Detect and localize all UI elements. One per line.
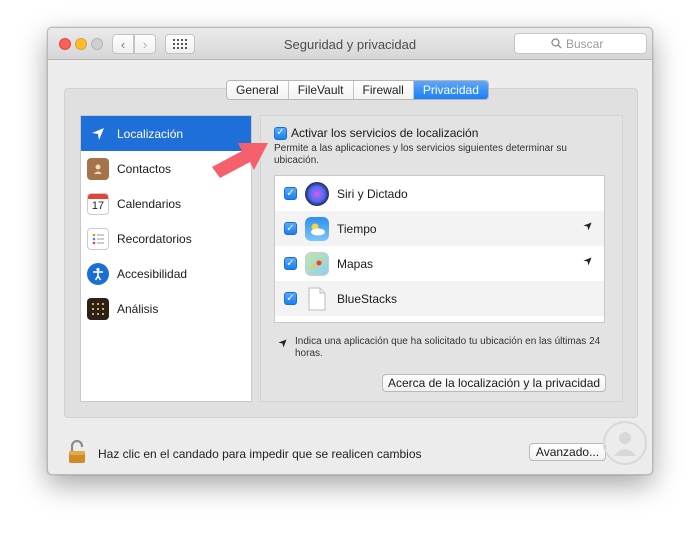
sidebar-item-label: Análisis xyxy=(117,301,159,316)
sidebar-item-calendarios[interactable]: 17 Calendarios xyxy=(81,186,251,221)
app-checkbox[interactable]: ✓ xyxy=(284,187,297,200)
site-logo xyxy=(600,418,650,471)
siri-icon xyxy=(305,181,329,206)
search-input[interactable] xyxy=(566,36,610,51)
location-description: Permite a las aplicaciones y los servici… xyxy=(274,143,567,166)
weather-icon xyxy=(305,216,329,241)
title-bar: ‹ › Seguridad y privacidad xyxy=(48,28,652,60)
sidebar-item-label: Calendarios xyxy=(117,196,182,211)
lock-icon[interactable] xyxy=(68,439,86,467)
about-location-privacy-button[interactable]: Acerca de la localización y la privacida… xyxy=(382,374,606,392)
list-item: ✓ BlueStacks xyxy=(275,281,604,316)
app-name: BlueStacks xyxy=(337,291,398,306)
preferences-window: ‹ › Seguridad y privacidad General FileV… xyxy=(47,27,653,475)
list-item xyxy=(275,316,604,322)
note-text: Indica una aplicación que ha solicitado … xyxy=(295,336,601,359)
sidebar-item-label: Accesibilidad xyxy=(117,266,188,281)
app-checkbox[interactable]: ✓ xyxy=(284,257,297,270)
enable-location-row: ✓ Activar los servicios de localización xyxy=(274,126,478,140)
app-list: ✓ Siri y Dictado ✓ Tiempo ✓ Mapas ✓ Blue… xyxy=(274,175,605,323)
app-checkbox[interactable]: ✓ xyxy=(284,222,297,235)
lock-row: Haz clic en el candado para impedir que … xyxy=(68,439,422,467)
sidebar-item-analisis[interactable]: Análisis xyxy=(81,291,251,326)
tab-bar: General FileVault Firewall Privacidad xyxy=(226,80,489,100)
app-name: Tiempo xyxy=(337,221,377,236)
annotation-arrow-icon xyxy=(210,137,272,184)
maps-icon xyxy=(305,251,329,276)
sidebar-item-label: Recordatorios xyxy=(117,231,192,246)
calendar-icon: 17 xyxy=(87,192,109,215)
contacts-book-icon xyxy=(87,157,109,180)
analytics-grid-icon xyxy=(87,297,109,320)
document-icon xyxy=(305,287,329,311)
app-name: Siri y Dictado xyxy=(337,186,408,201)
recent-location-note: Indica una aplicación que ha solicitado … xyxy=(278,336,608,360)
search-field[interactable] xyxy=(514,33,647,54)
sidebar-item-label: Localización xyxy=(117,126,184,141)
recent-location-icon xyxy=(583,257,592,269)
recent-location-icon xyxy=(583,222,592,234)
enable-location-label: Activar los servicios de localización xyxy=(291,126,479,140)
tab-firewall[interactable]: Firewall xyxy=(353,81,414,99)
location-arrow-icon xyxy=(87,123,109,145)
sidebar-item-label: Contactos xyxy=(117,161,172,176)
calendar-day: 17 xyxy=(91,199,105,212)
app-checkbox[interactable]: ✓ xyxy=(284,292,297,305)
accessibility-icon xyxy=(87,262,109,285)
tab-general[interactable]: General xyxy=(227,81,289,99)
app-name: Mapas xyxy=(337,256,374,271)
tab-privacidad[interactable]: Privacidad xyxy=(413,81,488,99)
advanced-button[interactable]: Avanzado... xyxy=(529,443,606,461)
enable-location-checkbox[interactable]: ✓ xyxy=(274,126,287,140)
location-arrow-icon xyxy=(278,336,287,360)
lock-text: Haz clic en el candado para impedir que … xyxy=(98,446,422,461)
list-item: ✓ Tiempo xyxy=(275,211,604,246)
list-item: ✓ Mapas xyxy=(275,246,604,281)
reminders-list-icon xyxy=(87,227,109,250)
sidebar-item-accesibilidad[interactable]: Accesibilidad xyxy=(81,256,251,291)
tab-filevault[interactable]: FileVault xyxy=(288,81,354,99)
list-item: ✓ Siri y Dictado xyxy=(275,176,604,211)
search-icon xyxy=(551,38,562,49)
sidebar-item-recordatorios[interactable]: Recordatorios xyxy=(81,221,251,256)
